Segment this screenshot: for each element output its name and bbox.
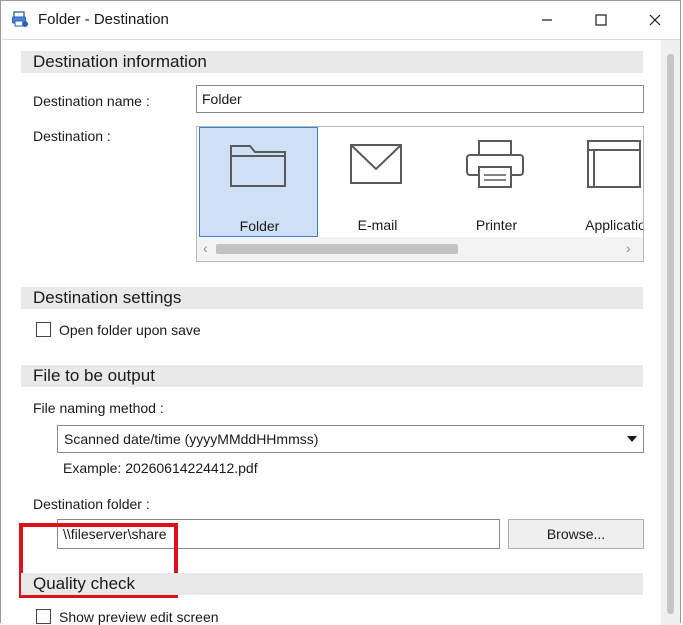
chevron-down-icon <box>627 436 637 442</box>
destination-label: Destination : <box>33 128 111 144</box>
folder-icon <box>226 140 290 197</box>
destination-tile-label: Folder <box>239 218 280 234</box>
scroll-right-icon[interactable]: › <box>626 240 631 256</box>
close-icon <box>649 14 661 26</box>
destination-tile-application[interactable]: Applicatio <box>556 127 644 237</box>
dialog-window: Folder - Destination Destination informa… <box>0 0 681 625</box>
destination-tile-label: Printer <box>475 217 518 233</box>
window-title: Folder - Destination <box>38 11 169 28</box>
destination-tile-folder[interactable]: Folder <box>199 127 318 237</box>
destination-tile-label: E-mail <box>357 217 398 233</box>
minimize-button[interactable] <box>520 1 574 39</box>
browse-button[interactable]: Browse... <box>508 519 644 549</box>
file-naming-value: Scanned date/time (yyyyMMddHHmmss) <box>64 431 319 447</box>
minimize-icon <box>542 19 552 21</box>
scrollbar-thumb[interactable] <box>667 54 674 614</box>
file-naming-label: File naming method : <box>33 400 164 416</box>
printer-icon <box>463 139 527 196</box>
horizontal-scrollbar[interactable]: ‹ › <box>197 237 643 261</box>
section-destination-information: Destination information <box>21 51 643 73</box>
open-folder-label: Open folder upon save <box>59 322 201 338</box>
section-file-to-be-output: File to be output <box>21 365 643 387</box>
scroll-left-icon[interactable]: ‹ <box>203 240 208 256</box>
section-quality-check: Quality check <box>21 573 643 595</box>
envelope-icon <box>344 139 408 196</box>
scrollbar-thumb[interactable] <box>216 244 458 254</box>
destination-tile-email[interactable]: E-mail <box>318 127 437 237</box>
file-naming-example: Example: 20260614224412.pdf <box>63 460 258 476</box>
vertical-scrollbar[interactable] <box>661 40 680 625</box>
title-bar[interactable]: Folder - Destination <box>1 1 680 39</box>
destination-tile-printer[interactable]: Printer <box>437 127 556 237</box>
close-button[interactable] <box>628 1 682 39</box>
dialog-content: Destination information Destination name… <box>2 39 680 625</box>
destination-type-list: Folder E-mail Printer Applicatio ‹ › <box>196 126 644 262</box>
preview-edit-checkbox[interactable] <box>36 609 51 624</box>
destination-folder-label: Destination folder : <box>33 496 150 512</box>
open-folder-checkbox[interactable] <box>36 322 51 337</box>
destination-name-label: Destination name : <box>33 93 150 109</box>
section-destination-settings: Destination settings <box>21 287 643 309</box>
maximize-button[interactable] <box>574 1 628 39</box>
application-window-icon <box>582 139 643 196</box>
maximize-icon <box>595 14 607 26</box>
destination-name-input[interactable]: Folder <box>196 85 644 113</box>
destination-tile-label: Applicatio <box>585 217 644 233</box>
file-naming-select[interactable]: Scanned date/time (yyyyMMddHHmmss) <box>57 425 644 453</box>
app-scanner-icon <box>11 10 29 28</box>
